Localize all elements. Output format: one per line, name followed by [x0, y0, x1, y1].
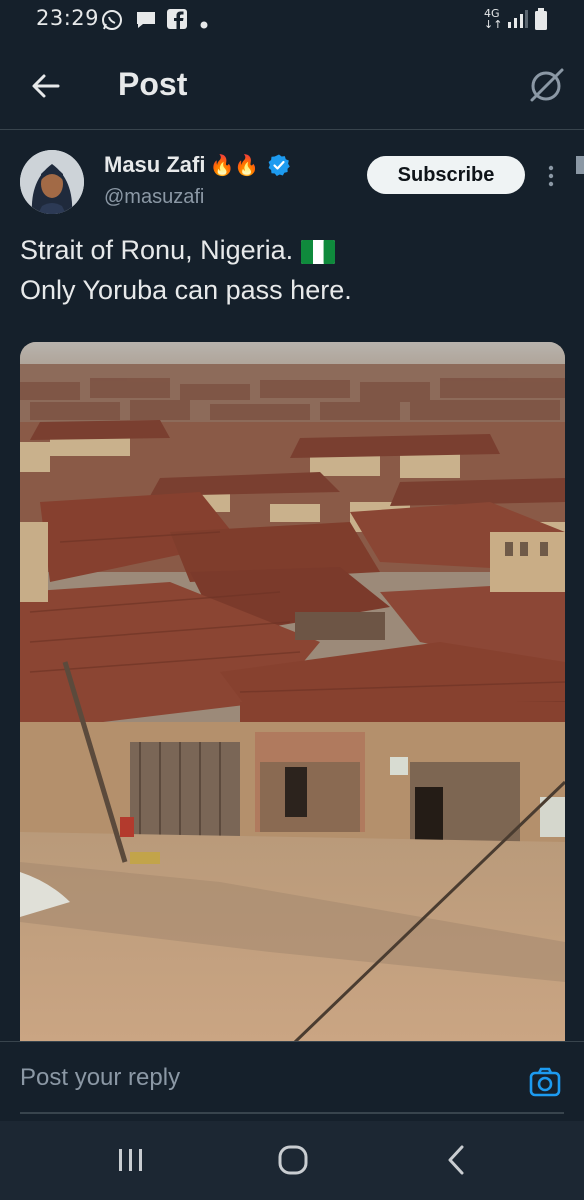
recents-icon [119, 1149, 142, 1171]
message-icon [134, 8, 158, 37]
status-time: 23:29 [36, 6, 100, 30]
verified-badge-icon [268, 154, 291, 176]
grok-button[interactable] [524, 64, 568, 108]
home-icon [278, 1145, 308, 1175]
post-text: Strait of Ronu, Nigeria. Only Yoruba can… [20, 230, 560, 310]
system-back-button[interactable] [438, 1143, 478, 1177]
grok-icon [530, 68, 564, 102]
post-text-line-1: Strait of Ronu, Nigeria. [20, 230, 560, 270]
battery-icon [534, 8, 548, 35]
dot-icon [200, 16, 208, 34]
photo-rusty-roofs-town [20, 342, 565, 1042]
back-button[interactable] [28, 68, 64, 104]
system-nav-bar [0, 1121, 584, 1200]
reply-divider [20, 1112, 564, 1114]
scrollbar-thumb[interactable] [576, 156, 584, 174]
author-handle[interactable]: @masuzafi [104, 186, 204, 209]
author-name[interactable]: Masu Zafi 🔥🔥 [104, 152, 291, 178]
post-header: Post [0, 44, 584, 130]
reply-input[interactable]: Post your reply [20, 1064, 180, 1092]
home-button[interactable] [272, 1143, 312, 1177]
subscribe-button[interactable]: Subscribe [367, 156, 525, 194]
post-text-line-1-content: Strait of Ronu, Nigeria. [20, 235, 294, 265]
avatar[interactable] [20, 150, 84, 214]
whatsapp-icon [100, 8, 124, 37]
recents-button[interactable] [110, 1143, 150, 1177]
more-vertical-icon [548, 165, 554, 187]
page-title: Post [118, 66, 188, 102]
network-label: 4G ↓↑ [484, 7, 503, 31]
arrow-left-icon [32, 74, 60, 98]
fire-emoji: 🔥🔥 [209, 154, 260, 177]
reply-bar: Post your reply [0, 1041, 584, 1121]
post-image[interactable] [20, 342, 565, 1042]
network-type: 4G [484, 7, 500, 20]
avatar-photo [20, 150, 84, 214]
back-chevron-icon [448, 1145, 464, 1175]
author-name-text: Masu Zafi [104, 152, 206, 177]
post-text-line-2: Only Yoruba can pass here. [20, 275, 352, 305]
camera-icon [529, 1067, 561, 1097]
nigeria-flag-icon [301, 239, 336, 264]
more-options-button[interactable] [540, 160, 562, 192]
status-bar: 23:29 4G ↓↑ [0, 0, 584, 44]
facebook-icon [166, 8, 188, 35]
camera-button[interactable] [528, 1066, 562, 1100]
signal-icon [506, 10, 528, 33]
